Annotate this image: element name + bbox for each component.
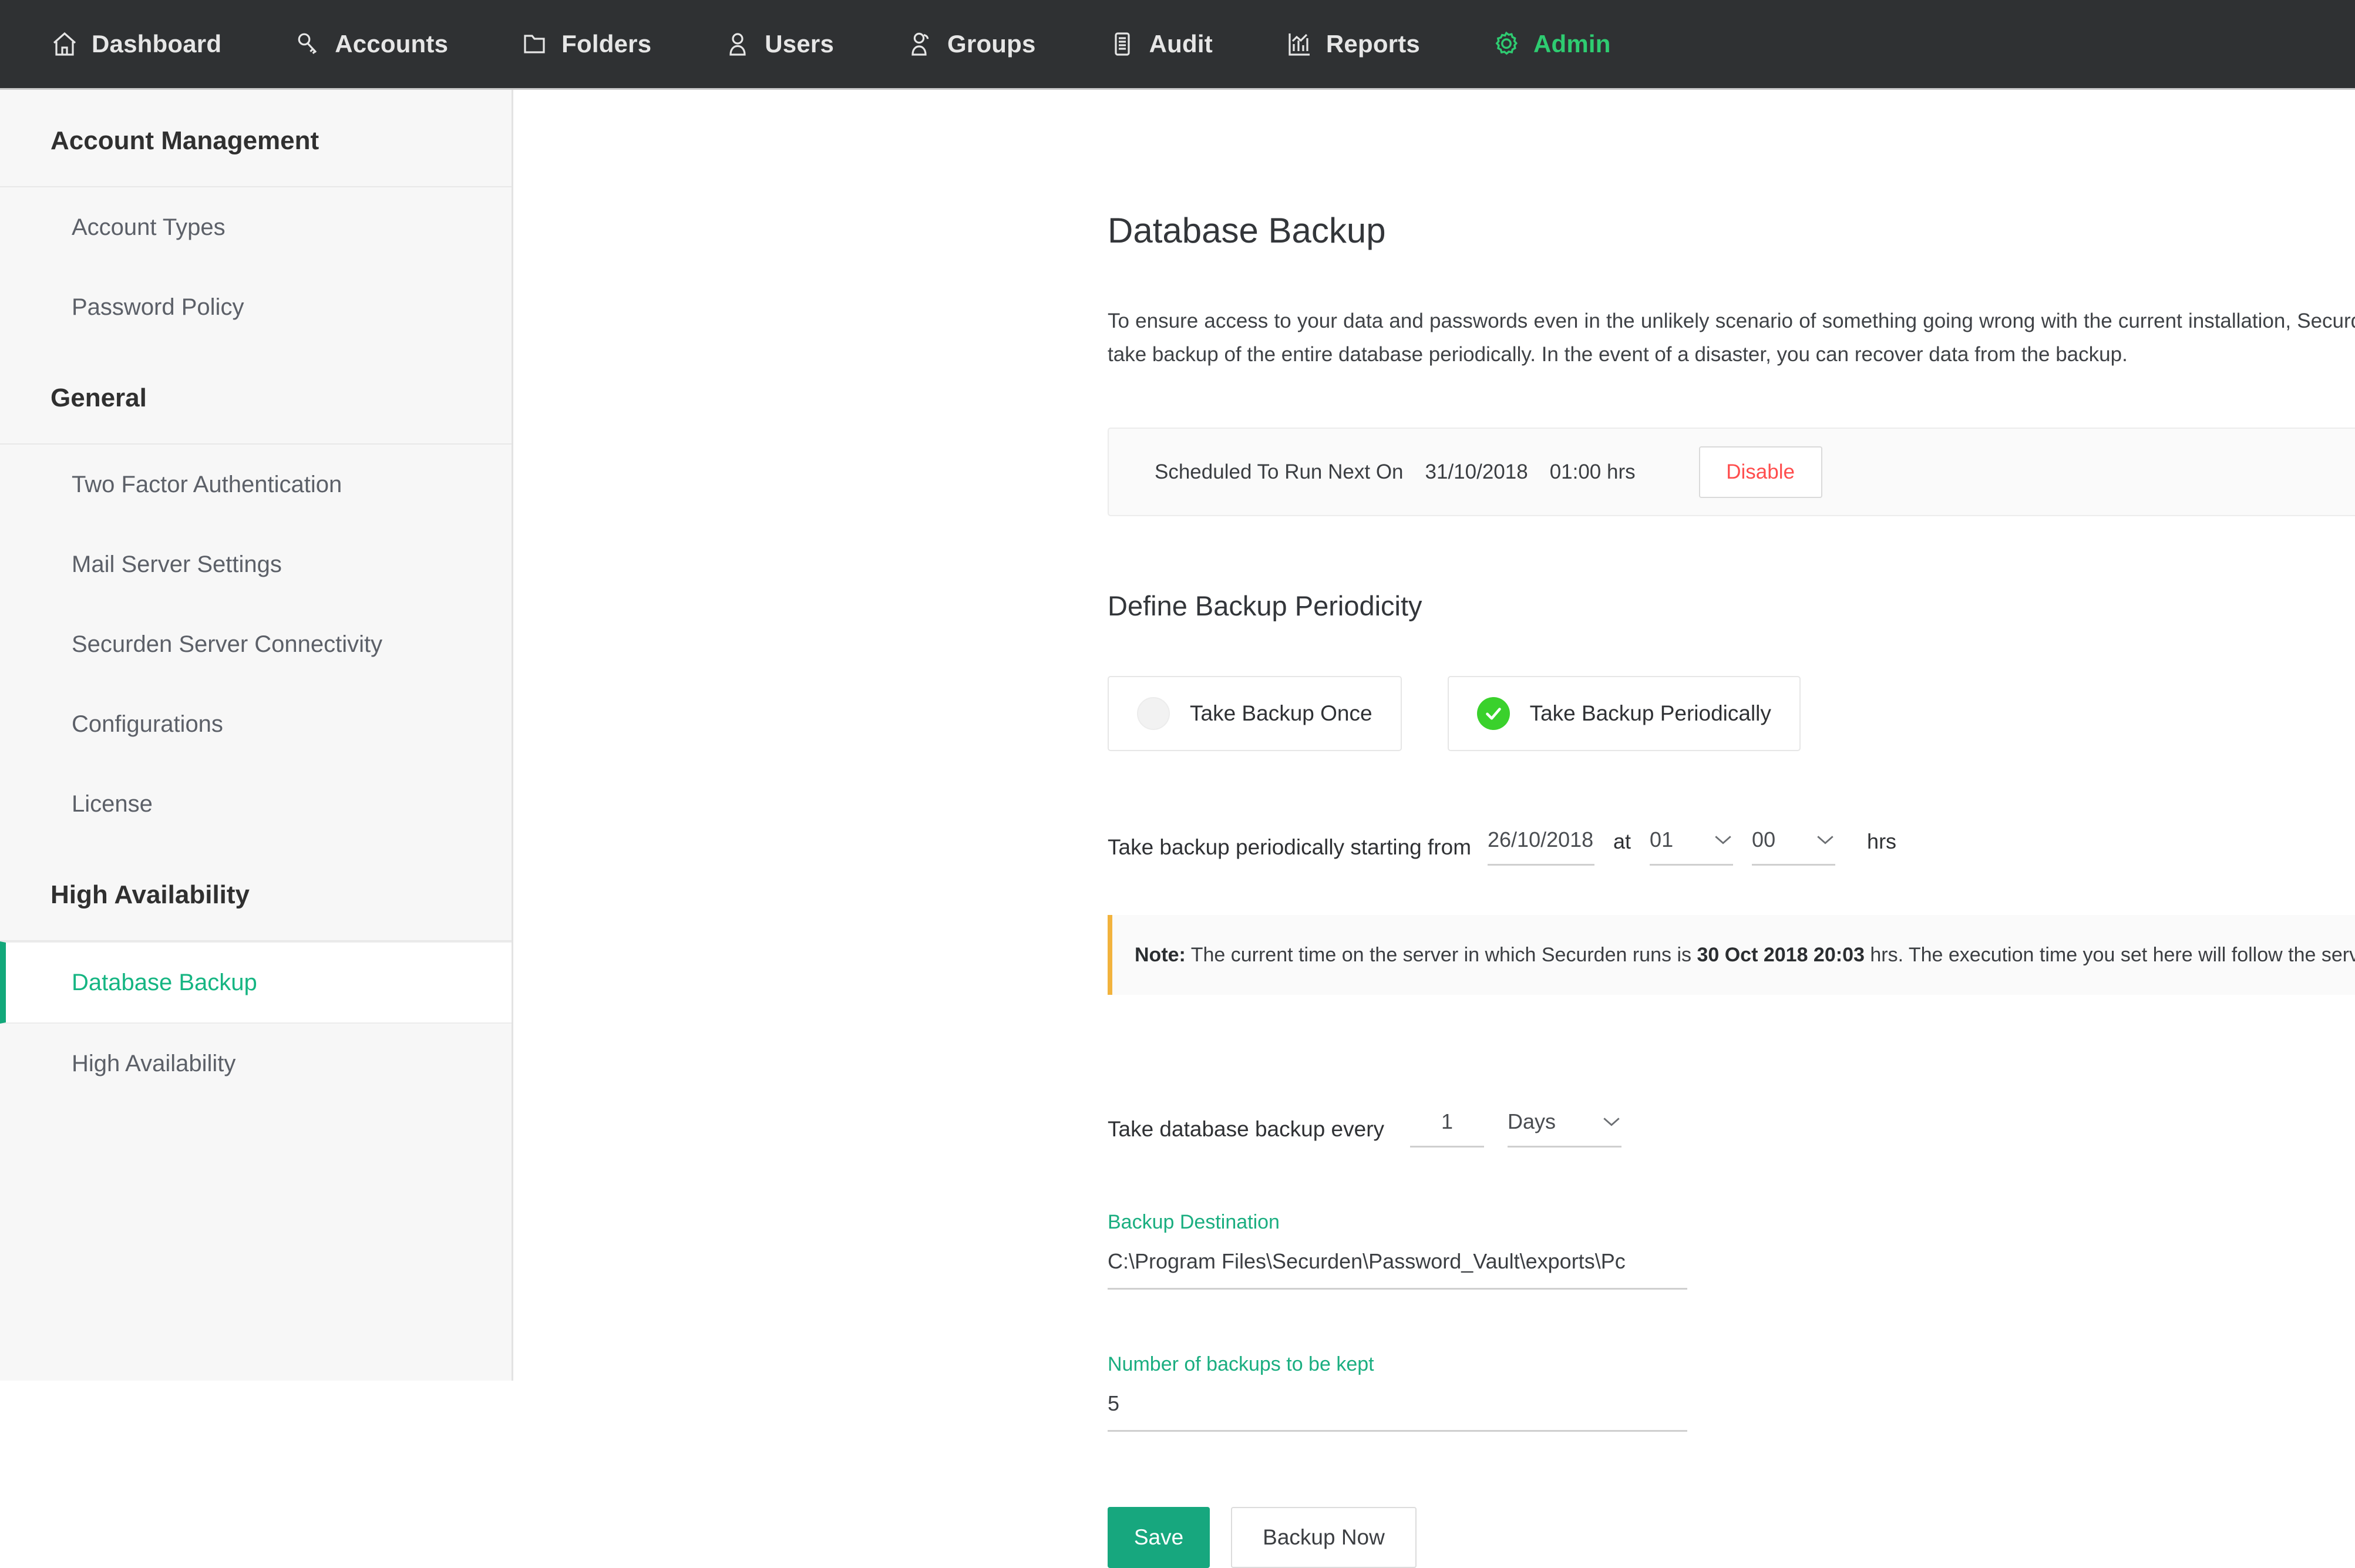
nav-item-dashboard[interactable]: Dashboard: [51, 30, 221, 58]
backup-interval-row: Take database backup every 1 Days: [1108, 1109, 2355, 1148]
start-hour-value: 01: [1650, 827, 1673, 852]
start-label: Take backup periodically starting from: [1108, 835, 1471, 866]
chevron-down-icon: [1602, 1116, 1621, 1128]
form-actions: Save Backup Now: [1108, 1507, 2355, 1568]
home-icon: [51, 30, 79, 58]
sidebar-item-license[interactable]: License: [0, 764, 512, 844]
nav-item-folders[interactable]: Folders: [520, 30, 651, 58]
nav-item-label: Accounts: [335, 30, 448, 58]
interval-value-input[interactable]: 1: [1410, 1109, 1484, 1148]
page-title: Database Backup: [1108, 210, 2355, 251]
sidebar-item-account-types[interactable]: Account Types: [0, 187, 512, 267]
key-icon: [294, 30, 322, 58]
schedule-time: 01:00 hrs: [1550, 460, 1636, 484]
nav-item-label: Users: [765, 30, 834, 58]
settings-sidebar: Account Management Account Types Passwor…: [0, 90, 513, 1381]
sidebar-group-title-general: General: [0, 347, 512, 445]
backup-destination-field: Backup Destination C:\Program Files\Secu…: [1108, 1211, 1687, 1290]
interval-label: Take database backup every: [1108, 1117, 1384, 1148]
nav-item-label: Dashboard: [92, 30, 221, 58]
start-date-input[interactable]: 26/10/2018: [1488, 827, 1594, 866]
nav-item-label: Admin: [1533, 30, 1611, 58]
main-content: Database Backup To ensure access to your…: [513, 90, 2355, 1381]
sidebar-group-title-high-availability: High Availability: [0, 844, 512, 941]
sidebar-item-configurations[interactable]: Configurations: [0, 684, 512, 764]
schedule-date: 31/10/2018: [1425, 460, 1528, 484]
sidebar-group-title-account-management: Account Management: [0, 90, 512, 187]
start-hour-select[interactable]: 01: [1650, 827, 1733, 866]
nav-item-label: Groups: [947, 30, 1036, 58]
server-time-note: Note: The current time on the server in …: [1108, 915, 2355, 995]
backup-destination-input[interactable]: C:\Program Files\Securden\Password_Vault…: [1108, 1249, 1687, 1290]
sidebar-item-securden-server-connectivity[interactable]: Securden Server Connectivity: [0, 604, 512, 684]
nav-item-reports[interactable]: Reports: [1285, 30, 1420, 58]
start-minute-value: 00: [1752, 827, 1775, 852]
note-text-after: hrs. The execution time you set here wil…: [1865, 944, 2355, 966]
nav-item-groups[interactable]: Groups: [906, 30, 1036, 58]
schedule-label: Scheduled To Run Next On: [1155, 460, 1404, 484]
note-prefix: Note:: [1135, 944, 1186, 966]
nav-item-label: Folders: [561, 30, 651, 58]
radio-unselected-icon: [1137, 697, 1170, 730]
page-description: To ensure access to your data and passwo…: [1108, 305, 2355, 371]
chevron-down-icon: [1815, 834, 1835, 846]
nav-item-label: Reports: [1326, 30, 1420, 58]
backup-now-button[interactable]: Backup Now: [1231, 1507, 1417, 1568]
start-minute-select[interactable]: 00: [1752, 827, 1835, 866]
sidebar-item-high-availability[interactable]: High Availability: [0, 1024, 512, 1103]
disable-schedule-button[interactable]: Disable: [1699, 446, 1822, 498]
sidebar-item-password-policy[interactable]: Password Policy: [0, 267, 512, 347]
start-datetime-row: Take backup periodically starting from 2…: [1108, 827, 2355, 866]
nav-item-accounts[interactable]: Accounts: [294, 30, 448, 58]
folder-icon: [520, 30, 549, 58]
page-body: Account Management Account Types Passwor…: [0, 90, 2355, 1381]
option-take-backup-once[interactable]: Take Backup Once: [1108, 676, 1402, 751]
schedule-banner: Scheduled To Run Next On 31/10/2018 01:0…: [1108, 428, 2355, 516]
periodicity-option-group: Take Backup Once Take Backup Periodicall…: [1108, 676, 2355, 751]
section-heading-periodicity: Define Backup Periodicity: [1108, 590, 2355, 622]
note-server-time: 30 Oct 2018 20:03: [1697, 944, 1864, 966]
backup-retention-field: Number of backups to be kept 5: [1108, 1353, 1687, 1432]
sidebar-item-two-factor-authentication[interactable]: Two Factor Authentication: [0, 445, 512, 524]
groups-icon: [906, 30, 934, 58]
note-text-before: The current time on the server in which …: [1186, 944, 1697, 966]
backup-retention-label: Number of backups to be kept: [1108, 1353, 1687, 1376]
top-navigation-bar: Dashboard Accounts Folders Users: [0, 0, 2355, 90]
chevron-down-icon: [1713, 834, 1733, 846]
interval-unit-select[interactable]: Days: [1508, 1109, 1621, 1148]
option-label: Take Backup Once: [1190, 701, 1372, 726]
hrs-label: hrs: [1867, 829, 1896, 866]
at-label: at: [1613, 829, 1631, 866]
nav-item-admin[interactable]: Admin: [1492, 30, 1611, 58]
nav-item-label: Audit: [1149, 30, 1213, 58]
option-take-backup-periodically[interactable]: Take Backup Periodically: [1448, 676, 1801, 751]
gear-icon: [1492, 30, 1520, 58]
save-button[interactable]: Save: [1108, 1507, 1210, 1568]
nav-item-users[interactable]: Users: [724, 30, 834, 58]
user-icon: [724, 30, 752, 58]
check-circle-icon: [1477, 697, 1510, 730]
chart-icon: [1285, 30, 1313, 58]
option-label: Take Backup Periodically: [1530, 701, 1771, 726]
backup-destination-label: Backup Destination: [1108, 1211, 1687, 1234]
nav-item-audit[interactable]: Audit: [1108, 30, 1213, 58]
sidebar-item-mail-server-settings[interactable]: Mail Server Settings: [0, 524, 512, 604]
list-icon: [1108, 30, 1136, 58]
interval-unit-value: Days: [1508, 1109, 1556, 1134]
sidebar-item-database-backup[interactable]: Database Backup: [0, 941, 512, 1024]
backup-retention-input[interactable]: 5: [1108, 1391, 1687, 1432]
